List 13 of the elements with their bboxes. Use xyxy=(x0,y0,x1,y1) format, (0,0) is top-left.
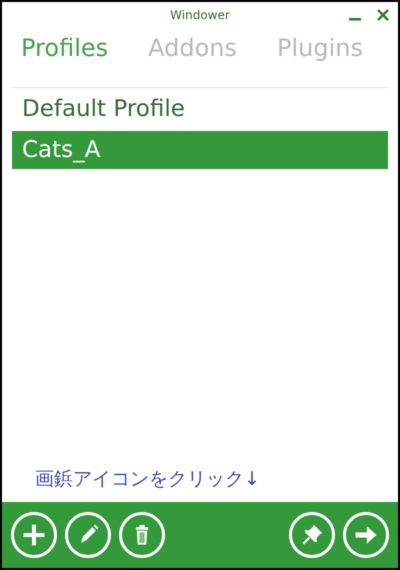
close-icon[interactable] xyxy=(376,8,390,22)
edit-button[interactable] xyxy=(65,512,111,558)
window-title: Windower xyxy=(170,8,230,22)
next-button[interactable] xyxy=(343,512,389,558)
add-button[interactable] xyxy=(11,512,57,558)
tab[interactable]: Plugins xyxy=(277,34,363,78)
hint-text: 画鋲アイコンをクリック↓ xyxy=(34,467,261,492)
profile-item[interactable]: Default Profile xyxy=(12,91,388,128)
delete-button[interactable] xyxy=(119,512,165,558)
tab[interactable]: Profiles xyxy=(21,34,108,78)
profile-item[interactable]: Cats_A xyxy=(12,131,388,169)
tab[interactable]: Addons xyxy=(148,34,238,78)
pin-button[interactable] xyxy=(289,512,335,558)
